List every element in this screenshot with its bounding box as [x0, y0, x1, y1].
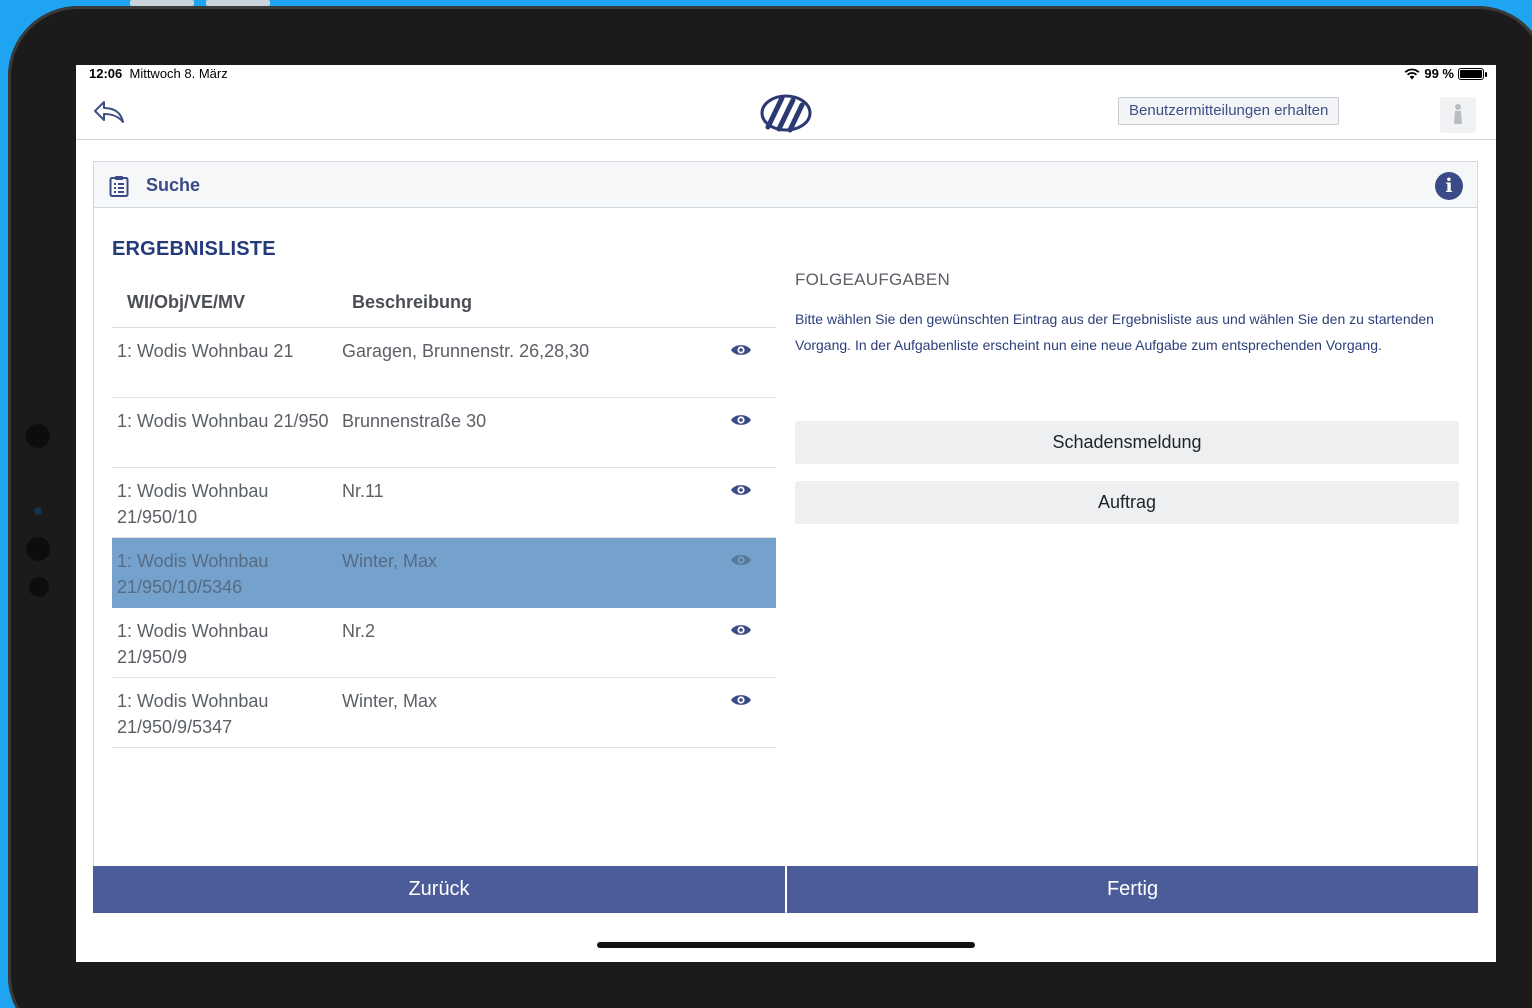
table-row[interactable]: 1: Wodis Wohnbau 21/950/9 Nr.2 [112, 608, 776, 678]
top-navbar: Benutzermitteilungen erhalten [76, 83, 1496, 140]
camera-lens [34, 507, 42, 515]
status-date: Mittwoch 8. März [129, 66, 228, 81]
back-arrow-icon[interactable] [92, 99, 126, 125]
row-description: Winter, Max [342, 551, 438, 571]
table-row[interactable]: 1: Wodis Wohnbau 21/950/9/5347 Winter, Ma… [112, 678, 776, 748]
eye-icon[interactable] [730, 692, 752, 708]
user-menu-button[interactable] [1440, 97, 1476, 133]
order-button[interactable]: Auftrag [795, 481, 1459, 524]
wifi-icon [1404, 68, 1420, 79]
camera-dot [29, 577, 49, 597]
row-description: Nr.2 [342, 621, 376, 641]
column-header-description: Beschreibung [352, 292, 473, 312]
company-logo [760, 94, 812, 133]
eye-icon[interactable] [730, 482, 752, 498]
followup-title: FOLGEAUFGABEN [795, 270, 951, 289]
search-card: Suche i ERGEBNISLISTE WI/Obj/VE/MV Besch… [93, 161, 1478, 913]
home-indicator [597, 942, 975, 948]
row-description: Nr.11 [342, 481, 384, 501]
card-title: Suche [146, 175, 201, 195]
user-icon [1454, 104, 1462, 124]
battery-percent: 99 % [1424, 66, 1454, 81]
camera-dot [26, 537, 50, 561]
table-row[interactable]: 1: Wodis Wohnbau 21 Garagen, Brunnenstr. … [112, 328, 776, 398]
status-time: 12:06 Mittwoch 8. März [89, 66, 228, 81]
eye-icon[interactable] [730, 412, 752, 428]
notifications-button[interactable]: Benutzermitteilungen erhalten [1118, 97, 1340, 125]
table-row[interactable]: 1: Wodis Wohnbau 21/950/10/5346 Winter, M… [112, 538, 776, 608]
battery-icon [1458, 67, 1487, 80]
status-right: 99 % [1404, 66, 1487, 81]
eye-icon[interactable] [730, 622, 752, 638]
row-id: 1: Wodis Wohnbau 21/950/10/5346 [117, 551, 269, 597]
row-id: 1: Wodis Wohnbau 21/950/9 [117, 621, 269, 667]
app-screen: 12:06 Mittwoch 8. März 99 % Benutzermitt… [76, 65, 1496, 962]
damage-report-button[interactable]: Schadensmeldung [795, 421, 1459, 464]
row-id: 1: Wodis Wohnbau 21/950/10 [117, 481, 269, 527]
info-icon[interactable]: i [1435, 172, 1463, 200]
eye-icon[interactable] [730, 552, 752, 568]
row-id: 1: Wodis Wohnbau 21 [117, 341, 294, 361]
followup-instructions: Bitte wählen Sie den gewünschten Eintrag… [795, 311, 1434, 353]
results-list-header: WI/Obj/VE/MV Beschreibung [112, 275, 776, 328]
card-header: Suche i [94, 162, 1477, 208]
clipboard-icon [109, 176, 129, 197]
results-rows: 1: Wodis Wohnbau 21 Garagen, Brunnenstr. … [112, 328, 776, 748]
done-button[interactable]: Fertig [787, 866, 1478, 913]
row-id: 1: Wodis Wohnbau 21/950 [117, 411, 329, 431]
row-description: Brunnenstraße 30 [342, 411, 487, 431]
status-bar: 12:06 Mittwoch 8. März 99 % [76, 65, 1496, 83]
row-description: Garagen, Brunnenstr. 26,28,30 [342, 341, 590, 361]
camera-dot [26, 424, 50, 448]
table-row[interactable]: 1: Wodis Wohnbau 21/950/10 Nr.11 [112, 468, 776, 538]
results-list: WI/Obj/VE/MV Beschreibung 1: Wodis Wohnb… [112, 275, 776, 748]
back-button[interactable]: Zurück [93, 866, 785, 913]
eye-icon[interactable] [730, 342, 752, 358]
results-title: ERGEBNISLISTE [112, 238, 276, 260]
column-header-id: WI/Obj/VE/MV [127, 292, 246, 312]
row-description: Winter, Max [342, 691, 438, 711]
row-id: 1: Wodis Wohnbau 21/950/9/5347 [117, 691, 269, 737]
table-row[interactable]: 1: Wodis Wohnbau 21/950 Brunnenstraße 30 [112, 398, 776, 468]
